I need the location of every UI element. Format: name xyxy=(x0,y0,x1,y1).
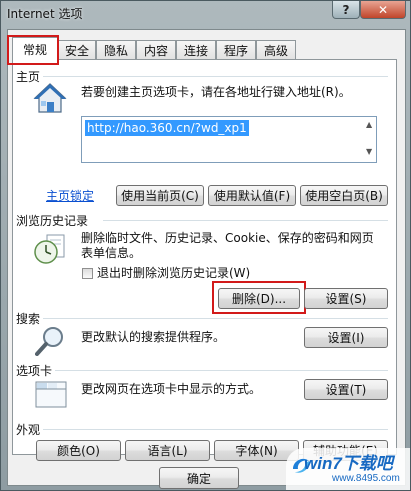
languages-button[interactable]: 语言(L) xyxy=(125,440,210,461)
delete-history-button[interactable]: 删除(D)... xyxy=(218,288,300,309)
tabs-description: 更改网页在选项卡中显示的方式。 xyxy=(81,382,262,396)
delete-history-on-exit-label[interactable]: 退出时删除浏览历史记录(W) xyxy=(97,266,250,281)
title-bar[interactable]: Internet 选项 ? ✕ xyxy=(1,1,410,27)
magnifier-icon xyxy=(35,327,63,356)
search-section-title: 搜索 xyxy=(16,312,41,326)
homepage-divider xyxy=(43,76,388,77)
history-divider xyxy=(103,220,388,221)
homepage-url-value: http://hao.360.cn/?wd_xp1 xyxy=(85,120,249,136)
appearance-section-title: 外观 xyxy=(16,423,41,437)
tab-security[interactable]: 安全 xyxy=(58,40,96,59)
tab-connections[interactable]: 连接 xyxy=(176,40,216,59)
use-blank-page-button[interactable]: 使用空白页(B) xyxy=(300,185,388,206)
history-section-title: 浏览历史记录 xyxy=(16,214,89,228)
internet-options-window: Internet 选项 ? ✕ 常规 安全 隐私 内容 连接 程序 高级 主页 … xyxy=(0,0,411,491)
tab-programs[interactable]: 程序 xyxy=(216,40,256,59)
search-description: 更改默认的搜索提供程序。 xyxy=(81,330,226,344)
homepage-url-textarea[interactable]: http://hao.360.cn/?wd_xp1 ▲ ▼ xyxy=(81,116,377,163)
clock-document-icon xyxy=(34,234,65,264)
dialog-client-area: 常规 安全 隐私 内容 连接 程序 高级 主页 若要创建主页选项卡，请在各地址行… xyxy=(7,29,406,489)
colors-button[interactable]: 颜色(O) xyxy=(36,440,121,461)
watermark-text: win7下载吧 xyxy=(304,454,393,473)
window-title: Internet 选项 xyxy=(7,7,83,21)
ok-button[interactable]: 确定 xyxy=(159,467,239,489)
close-button[interactable]: ✕ xyxy=(360,1,406,19)
history-description-line2: 表单信息。 xyxy=(81,246,142,260)
tab-general[interactable]: 常规 xyxy=(12,37,58,60)
search-settings-button[interactable]: 设置(I) xyxy=(304,327,388,348)
scroll-up-icon[interactable]: ▲ xyxy=(366,120,372,129)
tab-advanced[interactable]: 高级 xyxy=(256,40,296,59)
tab-content[interactable]: 内容 xyxy=(136,40,176,59)
use-current-page-button[interactable]: 使用当前页(C) xyxy=(116,185,204,206)
watermark-url: www.8495.com xyxy=(332,473,400,484)
help-button[interactable]: ? xyxy=(332,1,360,19)
house-icon xyxy=(33,83,67,113)
homepage-description: 若要创建主页选项卡，请在各地址行键入地址(R)。 xyxy=(81,85,351,99)
delete-history-on-exit-checkbox[interactable] xyxy=(82,268,93,279)
appearance-divider xyxy=(43,429,388,430)
tab-privacy[interactable]: 隐私 xyxy=(96,40,136,59)
use-default-button[interactable]: 使用默认值(F) xyxy=(208,185,296,206)
history-settings-button[interactable]: 设置(S) xyxy=(304,288,388,309)
search-divider xyxy=(43,318,388,319)
homepage-lock-link[interactable]: 主页锁定 xyxy=(46,187,94,204)
watermark-logo: win7下载吧 www.8495.com xyxy=(286,448,410,490)
history-description-line1: 删除临时文件、历史记录、Cookie、保存的密码和网页 xyxy=(81,231,374,245)
url-scrollbar[interactable]: ▲ ▼ xyxy=(364,117,376,162)
tabs-divider xyxy=(55,370,388,371)
general-tab-panel: 主页 若要创建主页选项卡，请在各地址行键入地址(R)。 http://hao.3… xyxy=(12,59,397,461)
scroll-down-icon[interactable]: ▼ xyxy=(366,147,372,156)
tab-window-icon xyxy=(35,381,67,408)
tabs-section-title: 选项卡 xyxy=(16,364,53,378)
fonts-button[interactable]: 字体(N) xyxy=(214,440,299,461)
tabs-settings-button[interactable]: 设置(T) xyxy=(304,379,388,400)
